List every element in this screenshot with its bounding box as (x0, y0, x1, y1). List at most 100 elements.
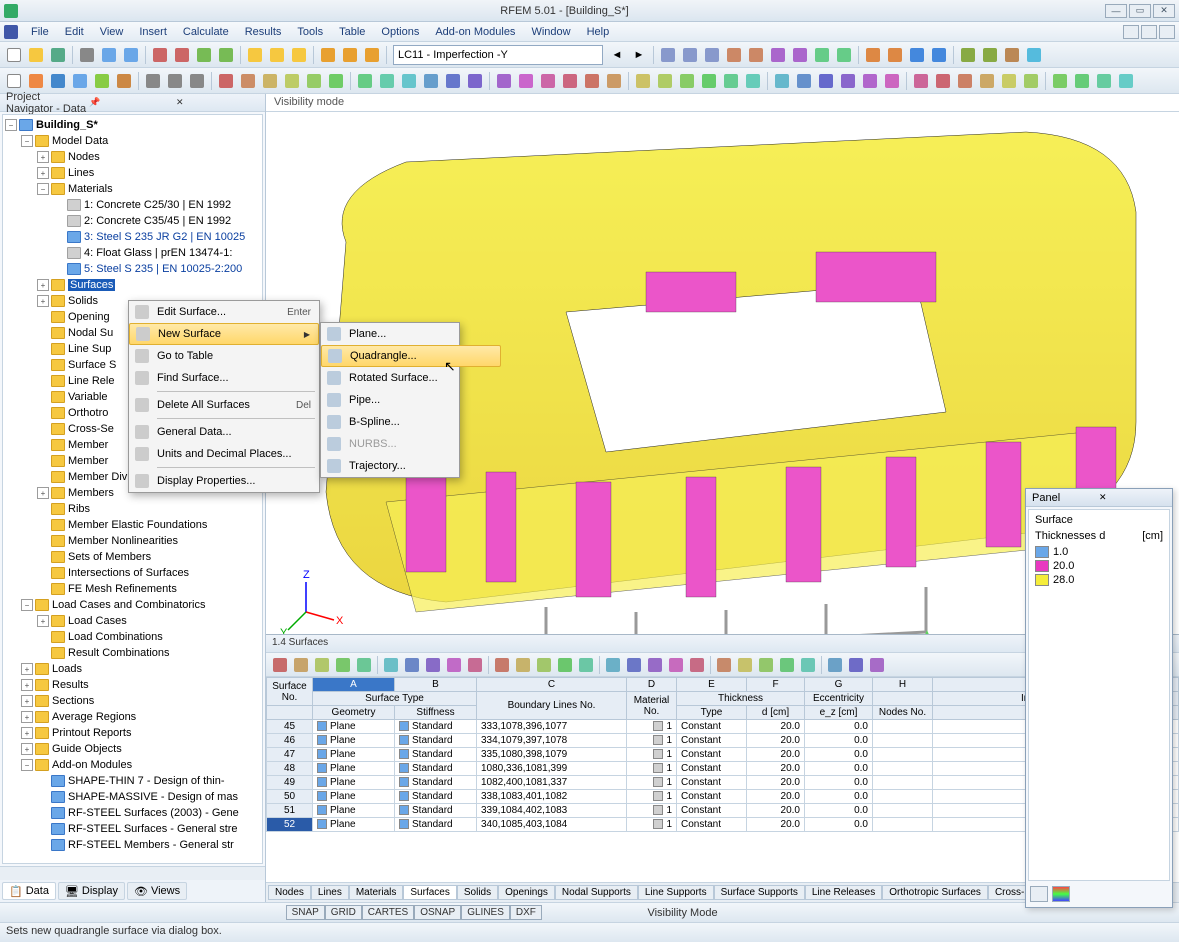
status-toggle[interactable]: SNAP (286, 905, 325, 920)
tb-n[interactable] (724, 45, 744, 65)
tb-l[interactable] (680, 45, 700, 65)
table-tab[interactable]: Materials (349, 885, 404, 900)
tb2-26[interactable] (677, 71, 697, 91)
tbl-tb-25[interactable] (825, 655, 845, 675)
panel-close-icon[interactable]: ✕ (1099, 492, 1166, 503)
tb-q[interactable] (790, 45, 810, 65)
tb2-32[interactable] (816, 71, 836, 91)
tb2-27[interactable] (699, 71, 719, 91)
tb-f[interactable] (267, 45, 287, 65)
lc-prev-icon[interactable]: ◄ (607, 45, 627, 65)
tree-item[interactable]: Sets of Members (5, 549, 260, 565)
tbl-tb-12[interactable] (534, 655, 554, 675)
navigator-close-icon[interactable]: ✕ (176, 97, 259, 108)
ctx-item[interactable]: Display Properties... (129, 470, 319, 492)
tb-c[interactable] (194, 45, 214, 65)
tb2-42[interactable] (1050, 71, 1070, 91)
ctx-subitem[interactable]: Trajectory... (321, 455, 501, 477)
tb2-b[interactable] (114, 71, 134, 91)
table-tab[interactable]: Nodal Supports (555, 885, 638, 900)
menu-results[interactable]: Results (238, 24, 289, 40)
navigator-pin-icon[interactable]: 📌 (89, 97, 172, 108)
tb2-21[interactable] (560, 71, 580, 91)
tb2-29[interactable] (743, 71, 763, 91)
tbl-tb-22[interactable] (756, 655, 776, 675)
table-tab[interactable]: Line Supports (638, 885, 714, 900)
tb2-6[interactable] (216, 71, 236, 91)
tree-item[interactable]: FE Mesh Refinements (5, 581, 260, 597)
tree-item[interactable]: Intersections of Surfaces (5, 565, 260, 581)
tb2-41[interactable] (1021, 71, 1041, 91)
tb-s[interactable] (834, 45, 854, 65)
status-toggle[interactable]: DXF (510, 905, 542, 920)
tb-m[interactable] (702, 45, 722, 65)
tbl-tb-6[interactable] (402, 655, 422, 675)
tree-addon[interactable]: RF-STEEL Surfaces (2003) - Gene (5, 805, 260, 821)
status-toggle[interactable]: OSNAP (414, 905, 461, 920)
tb2-40[interactable] (999, 71, 1019, 91)
tree-item[interactable]: Member Nonlinearities (5, 533, 260, 549)
tbl-tb-17[interactable] (645, 655, 665, 675)
mdi-restore-button[interactable] (1141, 25, 1157, 39)
menu-file[interactable]: File (24, 24, 56, 40)
legend-panel[interactable]: Panel✕ Surface Thicknesses d[cm] 1.020.0… (1025, 488, 1173, 908)
tree-item[interactable]: +Loads (5, 661, 260, 677)
tbl-tb-10[interactable] (492, 655, 512, 675)
menu-calculate[interactable]: Calculate (176, 24, 236, 40)
panel-btn-1[interactable] (1030, 886, 1048, 902)
surface-icon[interactable] (70, 71, 90, 91)
tbl-tb-5[interactable] (381, 655, 401, 675)
load-case-combo[interactable]: LC11 - Imperfection -Y (393, 45, 603, 65)
tbl-tb-7[interactable] (423, 655, 443, 675)
tb-h[interactable] (318, 45, 338, 65)
tbl-tb-26[interactable] (846, 655, 866, 675)
tb2-28[interactable] (721, 71, 741, 91)
tb2-39[interactable] (977, 71, 997, 91)
navigator-scrollbar[interactable] (0, 866, 265, 880)
tree-item[interactable]: Ribs (5, 501, 260, 517)
status-toggle[interactable]: GRID (325, 905, 362, 920)
tree-item[interactable]: +Average Regions (5, 709, 260, 725)
tbl-tb-2[interactable] (312, 655, 332, 675)
ctx-item[interactable]: Edit Surface...Enter (129, 301, 319, 323)
tbl-tb-15[interactable] (603, 655, 623, 675)
panel-btn-2[interactable] (1052, 886, 1070, 902)
tb-d[interactable] (216, 45, 236, 65)
tb2-34[interactable] (860, 71, 880, 91)
menu-table[interactable]: Table (332, 24, 372, 40)
tb2-11[interactable] (326, 71, 346, 91)
ctx-item[interactable]: Go to Table (129, 345, 319, 367)
table-tab[interactable]: Line Releases (805, 885, 882, 900)
tbl-tb-11[interactable] (513, 655, 533, 675)
ctx-subitem[interactable]: NURBS... (321, 433, 501, 455)
tb2-20[interactable] (538, 71, 558, 91)
tree-item[interactable]: +Sections (5, 693, 260, 709)
table-tab[interactable]: Openings (498, 885, 555, 900)
tb2-a[interactable] (92, 71, 112, 91)
tree-item[interactable]: +Printout Reports (5, 725, 260, 741)
save-icon[interactable] (48, 45, 68, 65)
tbl-tb-3[interactable] (333, 655, 353, 675)
tree-item[interactable]: Member Elastic Foundations (5, 517, 260, 533)
ctx-subitem[interactable]: Quadrangle... (321, 345, 501, 367)
tb2-22[interactable] (582, 71, 602, 91)
ctx-item[interactable]: Find Surface... (129, 367, 319, 389)
tbl-tb-9[interactable] (465, 655, 485, 675)
tb2-17[interactable] (465, 71, 485, 91)
ctx-subitem[interactable]: Rotated Surface... (321, 367, 501, 389)
line-icon[interactable] (48, 71, 68, 91)
nav-tab-display[interactable]: 🖥 Display (58, 882, 125, 900)
tb2-37[interactable] (933, 71, 953, 91)
tb2-15[interactable] (421, 71, 441, 91)
tbl-tb-21[interactable] (735, 655, 755, 675)
tree-item[interactable]: +Guide Objects (5, 741, 260, 757)
tb2-23[interactable] (604, 71, 624, 91)
tb-j[interactable] (362, 45, 382, 65)
tb-v[interactable] (907, 45, 927, 65)
tree-item[interactable]: −Add-on Modules (5, 757, 260, 773)
tb-e[interactable] (245, 45, 265, 65)
status-toggle[interactable]: CARTES (362, 905, 414, 920)
tbl-tb-4[interactable] (354, 655, 374, 675)
tb-i[interactable] (340, 45, 360, 65)
print-icon[interactable] (77, 45, 97, 65)
